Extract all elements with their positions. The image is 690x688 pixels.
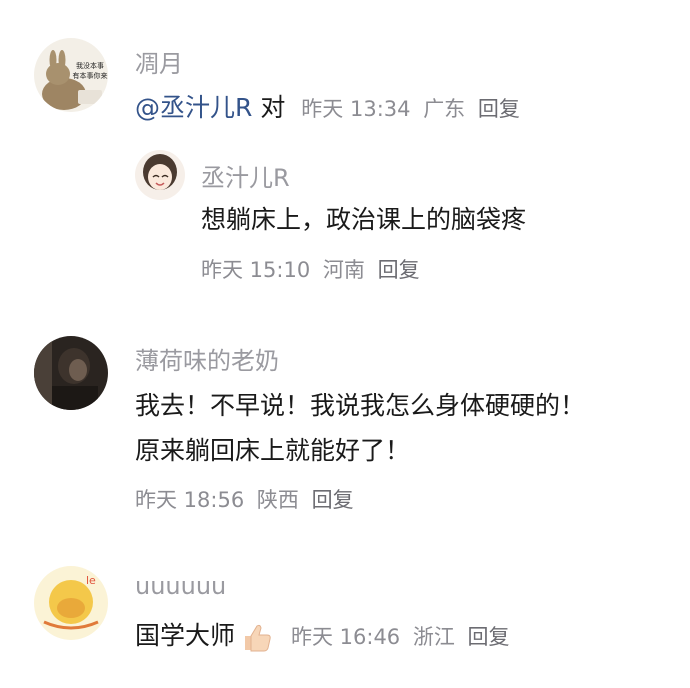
comment-body: 国学大师 <box>135 621 236 650</box>
comment-text: 国学大师 昨天 16:46 浙江 回复 <box>135 616 510 654</box>
timestamp: 昨天 15:10 <box>201 258 311 282</box>
avatar[interactable]: 我没本事 有本事你来 <box>34 38 108 112</box>
location: 浙江 <box>412 625 455 649</box>
timestamp: 昨天 18:56 <box>135 488 245 512</box>
reply-button[interactable]: 回复 <box>312 488 354 512</box>
comment-meta: 昨天 15:10 河南 回复 <box>201 254 426 284</box>
timestamp: 昨天 16:46 <box>290 625 401 649</box>
avatar[interactable] <box>34 336 108 410</box>
location: 广东 <box>423 97 466 121</box>
mention-link[interactable]: @丞汁儿R <box>135 93 252 122</box>
comment-body-line: 我去！不早说！我说我怎么身体硬硬的！ <box>135 391 586 420</box>
reply-button[interactable]: 回复 <box>378 258 420 282</box>
username[interactable]: uuuuuu <box>135 572 226 600</box>
location: 河南 <box>322 258 365 282</box>
comment-body: 对 <box>260 93 286 122</box>
comment-meta: 昨天 18:56 陕西 回复 <box>135 484 360 514</box>
username[interactable]: 薄荷味的老奶 <box>135 341 279 376</box>
reply-button[interactable]: 回复 <box>468 625 510 649</box>
avatar-text: le <box>86 574 96 587</box>
avatar-text: 有本事你来 <box>73 71 108 80</box>
avatar-text: 我没本事 <box>76 61 104 70</box>
username[interactable]: 丞汁儿R <box>201 158 290 193</box>
username[interactable]: 凋月 <box>135 44 183 79</box>
comment-body: 想躺床上，政治课上的脑袋疼 <box>201 205 527 234</box>
avatar[interactable]: le <box>34 566 108 640</box>
location: 陕西 <box>256 488 299 512</box>
thumbs-up-icon <box>239 620 273 654</box>
avatar[interactable] <box>135 150 185 200</box>
comment-text: @丞汁儿R 对 昨天 13:34 广东 回复 <box>135 88 520 124</box>
comment-body-line: 原来躺回床上就能好了！ <box>135 436 411 465</box>
reply-button[interactable]: 回复 <box>478 97 520 121</box>
timestamp: 昨天 13:34 <box>301 97 411 121</box>
